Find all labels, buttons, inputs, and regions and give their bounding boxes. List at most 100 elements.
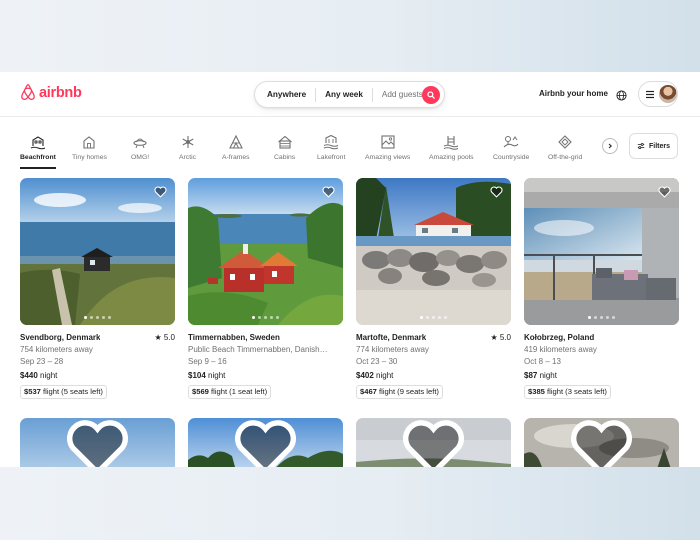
category-amazing-pools[interactable]: Amazing pools <box>429 134 474 161</box>
lakefront-icon <box>323 134 339 150</box>
listing-card[interactable]: Kołobrzeg, Poland 419 kilometers away Oc… <box>524 178 679 399</box>
photo-pagination <box>20 316 175 319</box>
search-bar[interactable]: Anywhere Any week Add guests <box>254 81 445 108</box>
listing-photo[interactable] <box>524 418 679 467</box>
category-label: Off-the-grid <box>548 154 583 161</box>
listing-card[interactable]: Svendborg, Denmark ★ 5.0 754 kilometers … <box>20 178 175 399</box>
price-value: $440 <box>20 371 38 380</box>
listing-photo[interactable] <box>524 178 679 325</box>
listing-info: Timmernabben, Sweden Public Beach Timmer… <box>188 325 343 399</box>
flight-badge: $467 flight (9 seats left) <box>356 385 443 399</box>
heart-icon[interactable] <box>188 418 343 467</box>
flight-badge: $385 flight (3 seats left) <box>524 385 611 399</box>
listing-location: Timmernabben, Sweden <box>188 333 280 342</box>
category-off-the-grid[interactable]: Off-the-grid <box>548 134 582 161</box>
category-arctic[interactable]: Arctic <box>179 134 196 161</box>
category-tiny-homes[interactable]: Tiny homes <box>72 134 107 161</box>
listing-photo[interactable] <box>188 178 343 325</box>
listing-image-kolobrzeg <box>524 178 679 325</box>
listing-distance: 774 kilometers away <box>356 345 429 354</box>
flight-text: flight (5 seats left) <box>43 387 103 396</box>
flight-text: flight (3 seats left) <box>547 387 607 396</box>
countryside-icon <box>503 136 519 148</box>
category-label: Amazing pools <box>429 154 474 161</box>
airbnb-your-home-link[interactable]: Airbnb your home <box>539 89 608 98</box>
price-value: $104 <box>188 371 206 380</box>
airbnb-page: airbnb Anywhere Any week Add guests Airb… <box>0 72 700 467</box>
flight-price: $569 <box>192 387 209 396</box>
off-grid-icon <box>558 135 572 149</box>
flight-badge: $569 flight (1 seat left) <box>188 385 272 399</box>
price-value: $402 <box>356 371 374 380</box>
flight-price: $467 <box>360 387 377 396</box>
price-unit: night <box>208 371 226 380</box>
category-countryside[interactable]: Countryside <box>493 134 529 161</box>
heart-icon[interactable] <box>356 418 511 467</box>
heart-icon[interactable] <box>20 418 175 467</box>
listing-photo[interactable] <box>20 178 175 325</box>
category-a-frames[interactable]: A-frames <box>222 134 250 161</box>
listing-photo[interactable] <box>20 418 175 467</box>
listing-location: Kołobrzeg, Poland <box>524 333 595 342</box>
listing-photo[interactable] <box>356 418 511 467</box>
listing-dates: Oct 23 – 30 <box>356 357 398 366</box>
price-unit: night <box>376 371 394 380</box>
user-menu-button[interactable] <box>638 81 678 107</box>
photo-pagination <box>188 316 343 319</box>
flight-price: $385 <box>528 387 545 396</box>
flight-badge: $537 flight (5 seats left) <box>20 385 107 399</box>
category-label: Tiny homes <box>72 154 107 161</box>
beachfront-icon <box>30 136 46 150</box>
heart-icon[interactable] <box>658 186 671 198</box>
categories-next-button[interactable] <box>602 138 618 154</box>
listing-price: $402 night <box>356 370 511 382</box>
listing-distance: Public Beach Timmernabben, Danish… <box>188 345 328 354</box>
listing-location: Svendborg, Denmark <box>20 333 101 342</box>
views-icon <box>381 135 395 149</box>
listing-info: Kołobrzeg, Poland 419 kilometers away Oc… <box>524 325 679 399</box>
listing-photo[interactable] <box>356 178 511 325</box>
airbnb-logo[interactable]: airbnb <box>20 84 82 101</box>
heart-icon[interactable] <box>154 186 167 198</box>
heart-icon[interactable] <box>490 186 503 198</box>
search-button[interactable] <box>422 86 440 104</box>
category-label: Countryside <box>493 154 530 161</box>
filters-button[interactable]: Filters <box>629 133 678 159</box>
photo-pagination <box>356 316 511 319</box>
heart-icon[interactable] <box>322 186 335 198</box>
category-lakefront[interactable]: Lakefront <box>317 134 345 161</box>
listing-distance: 419 kilometers away <box>524 345 597 354</box>
listing-info: Svendborg, Denmark ★ 5.0 754 kilometers … <box>20 325 175 399</box>
category-beachfront[interactable]: Beachfront <box>20 134 56 169</box>
category-label: Amazing views <box>365 154 411 161</box>
pool-icon <box>444 136 459 150</box>
category-label: OMG! <box>131 154 150 161</box>
category-cabins[interactable]: Cabins <box>274 134 295 161</box>
rating-value: 5.0 <box>499 333 511 342</box>
category-omg[interactable]: OMG! <box>131 134 149 161</box>
listing-rating: ★ 5.0 <box>154 333 175 342</box>
heart-icon[interactable] <box>524 418 679 467</box>
listing-info: Martofte, Denmark ★ 5.0 774 kilometers a… <box>356 325 511 399</box>
category-amazing-views[interactable]: Amazing views <box>365 134 410 161</box>
price-unit: night <box>40 371 58 380</box>
category-label: Beachfront <box>20 154 56 161</box>
any-week-button[interactable]: Any week <box>316 90 372 99</box>
language-button[interactable] <box>616 88 627 106</box>
listing-rating: ★ 5.0 <box>490 333 511 342</box>
cabin-icon <box>277 135 292 149</box>
tiny-home-icon <box>83 136 95 149</box>
listing-photo[interactable] <box>188 418 343 467</box>
listing-image-svendborg <box>20 178 175 325</box>
listing-image-martofte <box>356 178 511 325</box>
category-label: Cabins <box>274 154 296 161</box>
listing-price: $440 night <box>20 370 175 382</box>
ufo-icon <box>133 138 147 149</box>
listing-price: $104 night <box>188 370 343 382</box>
listing-card[interactable]: Timmernabben, Sweden Public Beach Timmer… <box>188 178 343 399</box>
anywhere-button[interactable]: Anywhere <box>255 90 315 99</box>
listing-card[interactable]: Martofte, Denmark ★ 5.0 774 kilometers a… <box>356 178 511 399</box>
price-unit: night <box>539 371 557 380</box>
listing-distance: 754 kilometers away <box>20 345 93 354</box>
flight-text: flight (1 seat left) <box>211 387 268 396</box>
